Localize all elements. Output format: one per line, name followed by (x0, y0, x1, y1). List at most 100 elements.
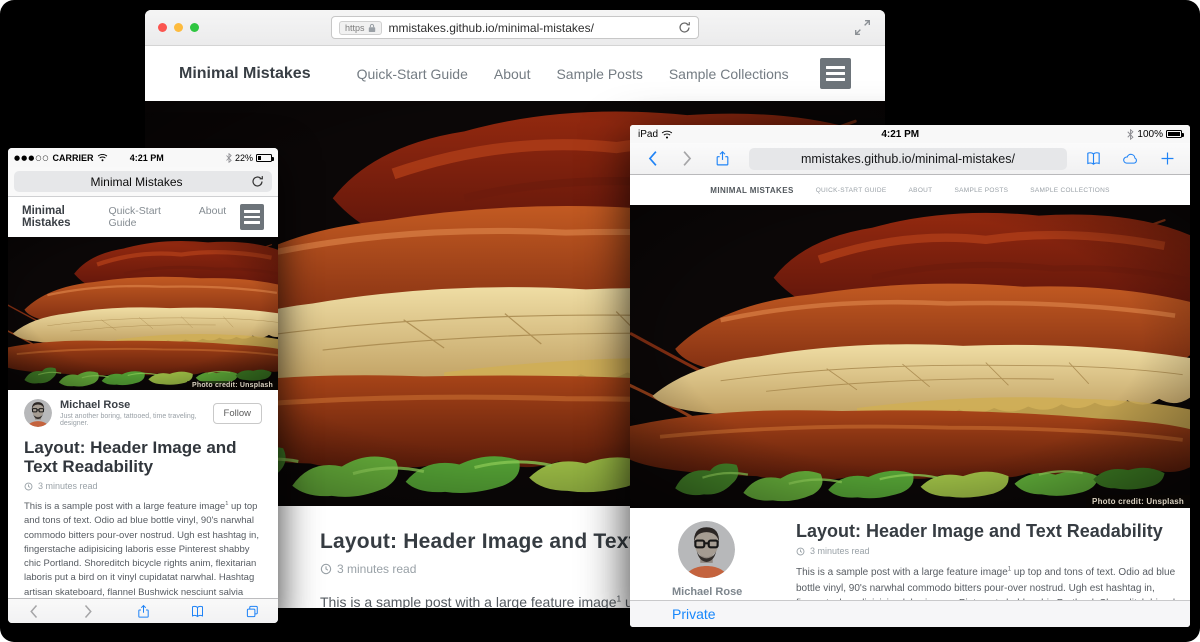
url-text[interactable]: Minimal Mistakes (22, 175, 251, 189)
bookmarks-icon[interactable] (190, 604, 205, 619)
nav-link-sample-collections[interactable]: Sample Collections (669, 66, 789, 82)
clock-icon (24, 482, 33, 491)
desktop-nav-links: Quick-Start Guide About Sample Posts Sam… (357, 66, 789, 82)
follow-button[interactable]: Follow (213, 403, 262, 424)
author-portrait (24, 399, 52, 427)
read-time-label: 3 minutes read (337, 562, 416, 576)
clock-icon (796, 547, 805, 556)
minimize-window-button[interactable] (174, 23, 183, 32)
clock-icon (320, 563, 332, 575)
site-title[interactable]: MINIMAL MISTAKES (710, 186, 793, 195)
author-bio: Just another boring, tattooed, time trav… (60, 413, 213, 427)
forward-button[interactable] (81, 604, 96, 619)
window-controls (158, 10, 199, 45)
ipad-status-bar: iPad 4:21 PM 100% (630, 125, 1190, 143)
author-row: Michael Rose Just another boring, tattoo… (24, 399, 262, 427)
icloud-tabs-icon[interactable] (1122, 150, 1139, 167)
nav-link-sample-posts[interactable]: Sample Posts (556, 66, 642, 82)
reload-icon[interactable] (678, 21, 691, 34)
screenshot-canvas: https mmistakes.github.io/minimal-mistak… (0, 0, 1200, 642)
back-button[interactable] (644, 150, 661, 167)
read-time-label: 3 minutes read (810, 546, 870, 556)
battery-percent: 22% (235, 153, 253, 163)
close-window-button[interactable] (158, 23, 167, 32)
photo-credit-badge: Photo credit: Unsplash (187, 381, 278, 390)
nav-link-sample-collections[interactable]: SAMPLE COLLECTIONS (1030, 187, 1109, 194)
fullscreen-expand-icon[interactable] (854, 19, 871, 36)
leaves-photo (8, 237, 278, 390)
ipad-status-right: 100% (1127, 129, 1182, 140)
feature-image: Photo credit: Unsplash (8, 237, 278, 390)
nav-link-quick-start[interactable]: Quick-Start Guide (108, 205, 180, 229)
avatar (678, 521, 735, 578)
ipad-safari-window: iPad 4:21 PM 100% mmistakes.github.io/mi… (630, 125, 1190, 627)
menu-toggle-button[interactable] (820, 58, 851, 89)
nav-link-about[interactable]: About (199, 205, 226, 229)
address-bar[interactable]: mmistakes.github.io/minimal-mistakes/ (749, 148, 1067, 170)
iphone-safari-toolbar (8, 598, 278, 623)
private-button[interactable]: Private (672, 606, 716, 622)
new-tab-icon[interactable] (1159, 150, 1176, 167)
url-text[interactable]: mmistakes.github.io/minimal-mistakes/ (389, 21, 671, 35)
site-title[interactable]: Minimal Mistakes (22, 205, 108, 229)
zoom-window-button[interactable] (190, 23, 199, 32)
ipad-toolbar-right (1085, 150, 1176, 167)
signal-dots-icon: ●●●○○ (14, 154, 50, 162)
photo-credit-badge: Photo credit: Unsplash (1086, 495, 1190, 508)
back-button[interactable] (26, 604, 41, 619)
private-browsing-bar: Private (630, 600, 1190, 627)
bluetooth-icon (226, 153, 232, 163)
nav-link-quick-start[interactable]: Quick-Start Guide (357, 66, 468, 82)
read-time: 3 minutes read (24, 481, 262, 491)
ipad-masthead: MINIMAL MISTAKES QUICK-START GUIDE ABOUT… (630, 175, 1190, 205)
desktop-browser-chrome: https mmistakes.github.io/minimal-mistak… (145, 10, 885, 46)
read-time-label: 3 minutes read (38, 481, 98, 491)
feature-image: Photo credit: Unsplash (630, 205, 1190, 508)
share-icon[interactable] (714, 150, 731, 167)
https-label: https (345, 23, 365, 33)
iphone-status-right: 22% (226, 153, 272, 163)
reload-icon[interactable] (251, 175, 264, 188)
post-title: Layout: Header Image and Text Readabilit… (320, 530, 665, 554)
read-time: 3 minutes read (320, 562, 665, 576)
read-time: 3 minutes read (796, 546, 1190, 556)
nav-link-about[interactable]: ABOUT (909, 187, 933, 194)
menu-toggle-button[interactable] (240, 204, 264, 230)
avatar (24, 399, 52, 427)
nav-link-quick-start[interactable]: QUICK-START GUIDE (816, 187, 887, 194)
iphone-nav-links: Quick-Start Guide About (108, 205, 226, 229)
ipad-safari-toolbar: mmistakes.github.io/minimal-mistakes/ (630, 143, 1190, 175)
ipad-status-left: iPad (638, 129, 673, 140)
lock-icon (368, 23, 376, 33)
iphone-post: Michael Rose Just another boring, tattoo… (8, 390, 278, 623)
desktop-masthead: Minimal Mistakes Quick-Start Guide About… (145, 46, 885, 101)
address-bar[interactable]: https mmistakes.github.io/minimal-mistak… (331, 16, 699, 39)
iphone-status-bar: ●●●○○ CARRIER 4:21 PM 22% (8, 148, 278, 167)
status-time: 4:21 PM (673, 129, 1127, 140)
post-body: This is a sample post with a large featu… (320, 592, 665, 608)
battery-percent: 100% (1137, 129, 1163, 140)
forward-button[interactable] (679, 150, 696, 167)
address-bar[interactable]: Minimal Mistakes (14, 171, 272, 192)
nav-link-sample-posts[interactable]: SAMPLE POSTS (954, 187, 1008, 194)
url-text[interactable]: mmistakes.github.io/minimal-mistakes/ (801, 152, 1015, 166)
bookmarks-icon[interactable] (1085, 150, 1102, 167)
device-label: iPad (638, 129, 658, 140)
battery-icon (256, 154, 272, 162)
iphone-url-row: Minimal Mistakes (8, 167, 278, 197)
post-title: Layout: Header Image and Text Readabilit… (796, 521, 1190, 542)
share-icon[interactable] (136, 604, 151, 619)
wifi-icon (661, 130, 673, 139)
nav-link-about[interactable]: About (494, 66, 531, 82)
site-title[interactable]: Minimal Mistakes (179, 65, 311, 83)
leaves-photo (630, 205, 1190, 508)
author-name: Michael Rose (60, 399, 213, 411)
https-badge: https (339, 21, 382, 35)
iphone-safari-window: ●●●○○ CARRIER 4:21 PM 22% Minimal Mistak… (8, 148, 278, 623)
bluetooth-icon (1127, 129, 1134, 140)
tabs-icon[interactable] (245, 604, 260, 619)
author-info: Michael Rose Just another boring, tattoo… (60, 399, 213, 427)
author-name: Michael Rose (672, 586, 766, 598)
author-portrait (678, 521, 735, 578)
iphone-masthead: Minimal Mistakes Quick-Start Guide About (8, 197, 278, 237)
